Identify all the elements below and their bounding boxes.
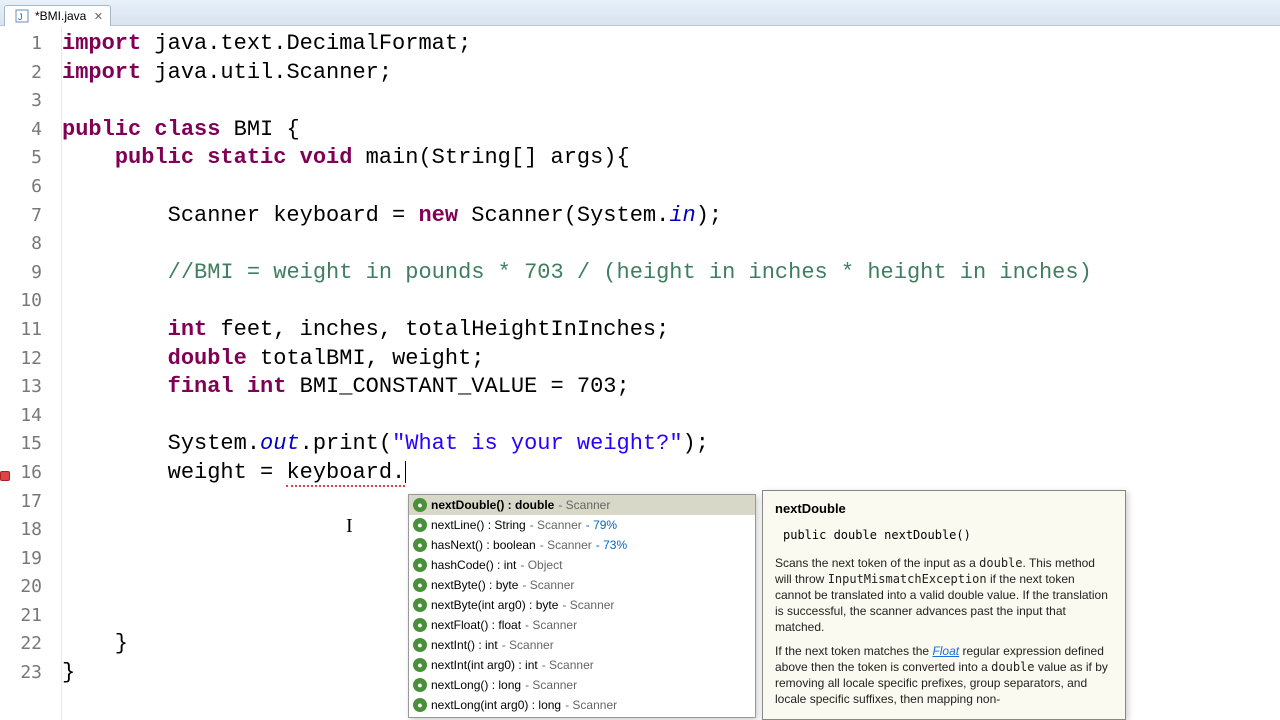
tab-filename: *BMI.java: [35, 9, 86, 23]
tab-bar: J *BMI.java ✕: [0, 0, 1280, 26]
float-link[interactable]: Float: [932, 644, 959, 658]
fold-column: [48, 26, 62, 720]
autocomplete-item[interactable]: ●nextLine() : String - Scanner - 79%: [409, 515, 755, 535]
autocomplete-item[interactable]: ●nextInt(int arg0) : int - Scanner: [409, 655, 755, 675]
method-public-icon: ●: [413, 638, 427, 652]
close-icon[interactable]: ✕: [92, 10, 104, 22]
method-public-icon: ●: [413, 498, 427, 512]
method-public-icon: ●: [413, 578, 427, 592]
method-public-icon: ●: [413, 678, 427, 692]
autocomplete-item[interactable]: ●hasNext() : boolean - Scanner - 73%: [409, 535, 755, 555]
error-column: [0, 26, 12, 720]
method-public-icon: ●: [413, 538, 427, 552]
java-file-icon: J: [15, 9, 29, 23]
autocomplete-item[interactable]: ●nextLong(int arg0) : long - Scanner: [409, 695, 755, 715]
method-public-icon: ●: [413, 558, 427, 572]
autocomplete-list[interactable]: ●nextDouble() : double - Scanner●nextLin…: [409, 495, 755, 717]
method-public-icon: ●: [413, 658, 427, 672]
autocomplete-popup: ●nextDouble() : double - Scanner●nextLin…: [408, 494, 756, 718]
autocomplete-item[interactable]: ●nextInt() : int - Scanner: [409, 635, 755, 655]
error-marker[interactable]: [0, 471, 10, 481]
method-public-icon: ●: [413, 618, 427, 632]
autocomplete-item[interactable]: ●nextFloat() : float - Scanner: [409, 615, 755, 635]
autocomplete-item[interactable]: ●nextByte(int arg0) : byte - Scanner: [409, 595, 755, 615]
javadoc-signature: public double nextDouble(): [783, 527, 1113, 543]
svg-text:J: J: [18, 12, 23, 22]
javadoc-body: Scans the next token of the input as a d…: [775, 555, 1113, 707]
method-public-icon: ●: [413, 698, 427, 712]
javadoc-title: nextDouble: [775, 501, 1113, 517]
autocomplete-item[interactable]: ●nextByte() : byte - Scanner: [409, 575, 755, 595]
method-public-icon: ●: [413, 598, 427, 612]
autocomplete-item[interactable]: ●nextLong() : long - Scanner: [409, 675, 755, 695]
autocomplete-item[interactable]: ●hashCode() : int - Object: [409, 555, 755, 575]
javadoc-popup: nextDouble public double nextDouble() Sc…: [762, 490, 1126, 720]
editor-tab[interactable]: J *BMI.java ✕: [4, 5, 111, 26]
line-gutter: 1234567891011121314151617181920212223: [12, 26, 48, 720]
autocomplete-item[interactable]: ●nextDouble() : double - Scanner: [409, 495, 755, 515]
autocomplete-item[interactable]: ●nextShort() : short - Scanner: [409, 715, 755, 717]
method-public-icon: ●: [413, 518, 427, 532]
